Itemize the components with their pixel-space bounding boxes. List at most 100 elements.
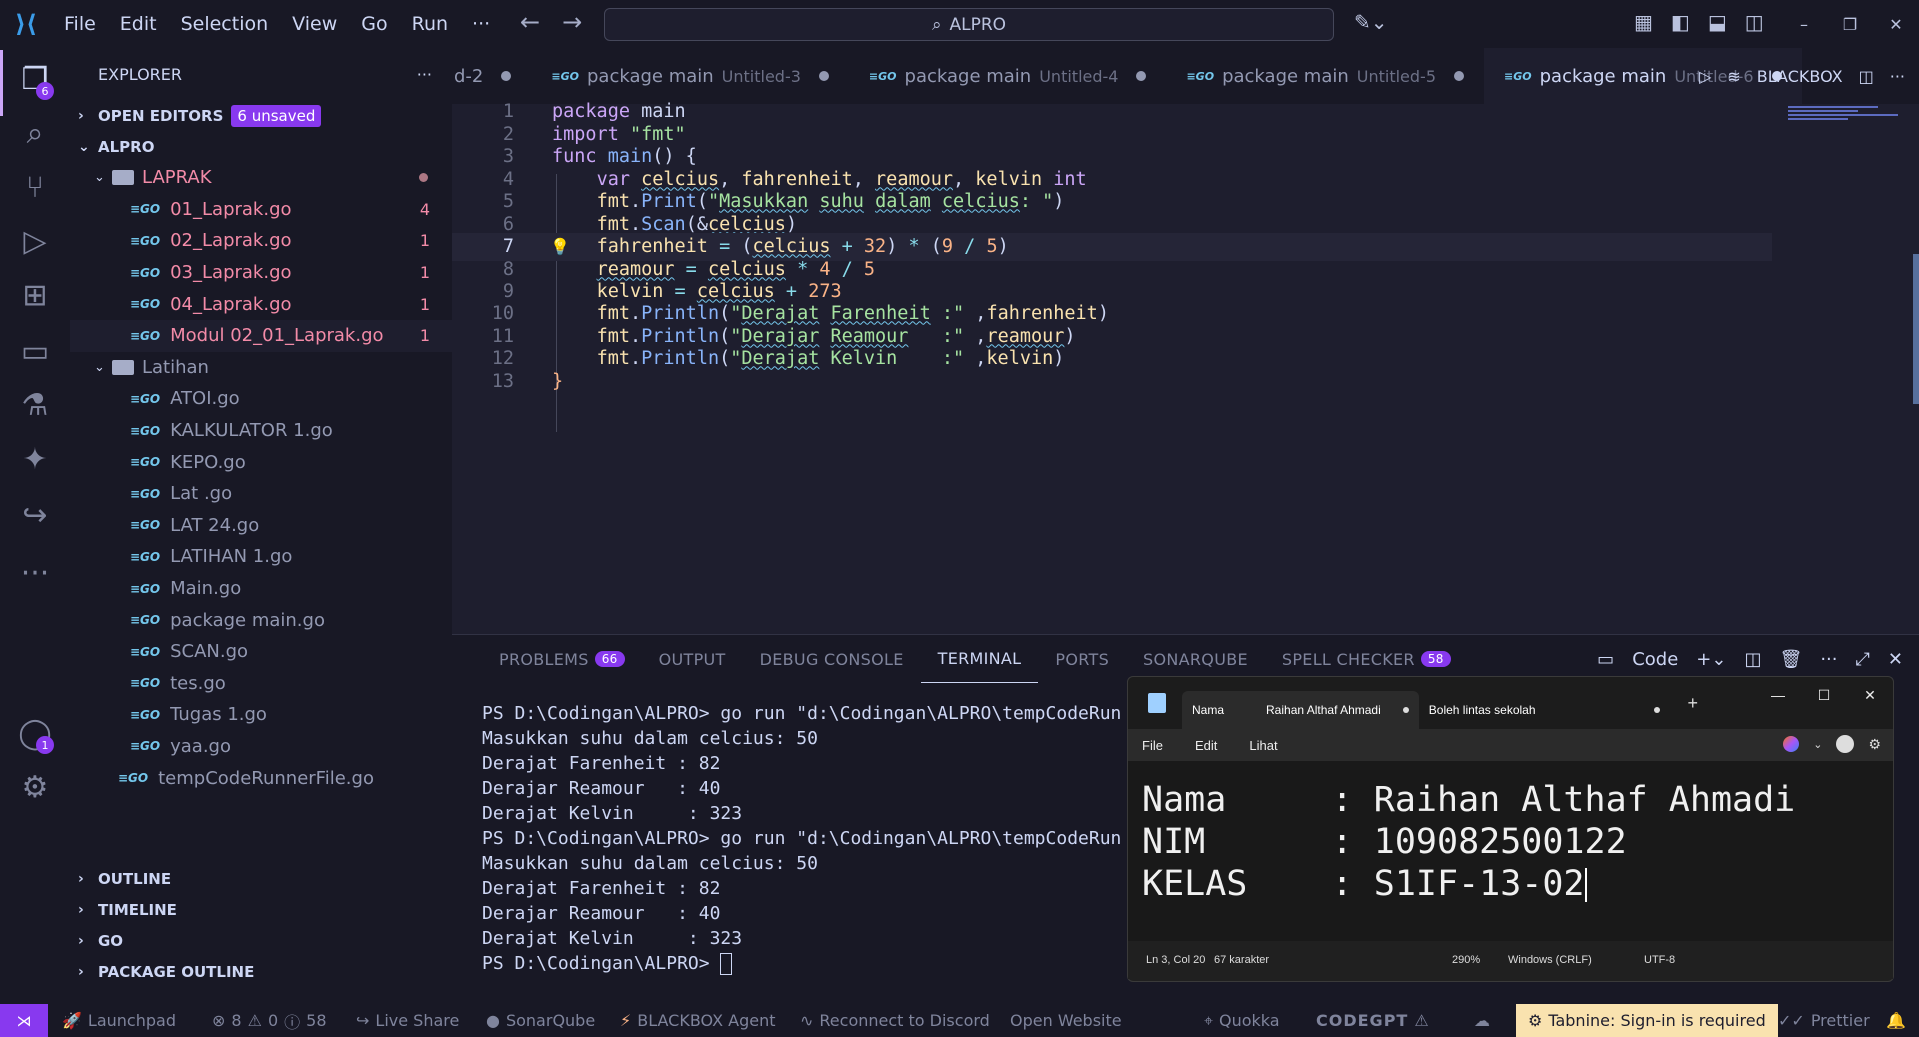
terminal-output[interactable]: PS D:\Codingan\ALPRO> go run "d:\Codinga… bbox=[482, 701, 1121, 976]
file-item[interactable]: ≡GO 01_Laprak.go 4 bbox=[70, 194, 452, 226]
settings-gear-icon[interactable]: ⚙ bbox=[14, 766, 56, 808]
restore-button[interactable]: ❐ bbox=[1827, 15, 1873, 34]
more-views-icon[interactable]: ··· bbox=[14, 552, 56, 594]
file-item[interactable]: ≡GO Main.go bbox=[70, 573, 452, 605]
back-arrow-icon[interactable]: ← bbox=[520, 8, 540, 36]
file-item[interactable]: ≡GO KALKULATOR 1.go bbox=[70, 415, 452, 447]
blackbox-button[interactable]: BLACKBOX bbox=[1757, 67, 1843, 86]
notifications-item[interactable]: 🔔 bbox=[1886, 1004, 1906, 1037]
split-editor-icon[interactable]: ◫ bbox=[1859, 67, 1874, 86]
tabnine-item[interactable]: ⚙ Tabnine: Sign-in is required bbox=[1516, 1004, 1778, 1037]
close-button[interactable]: ✕ bbox=[1847, 687, 1893, 704]
menu-edit[interactable]: Edit bbox=[1195, 738, 1217, 753]
explorer-more-button[interactable]: ··· bbox=[417, 65, 432, 84]
live-share-item[interactable]: ↪ Live Share bbox=[356, 1004, 459, 1037]
file-item[interactable]: ≡GO tempCodeRunnerFile.go bbox=[70, 762, 452, 794]
codegpt-item[interactable]: CODEGPT ⚠ bbox=[1316, 1004, 1430, 1037]
toggle-panel-icon[interactable]: ⬓ bbox=[1708, 10, 1727, 34]
run-code-icon[interactable]: ▷ bbox=[1699, 67, 1711, 86]
editor-tab[interactable]: ≡GO package main Untitled-3 bbox=[531, 48, 849, 104]
editor-tab[interactable]: ≡GO package main Untitled-4 bbox=[849, 48, 1167, 104]
search-view-icon[interactable]: ⌕ bbox=[14, 112, 56, 154]
explorer-icon[interactable]: ❐ 6 bbox=[14, 58, 56, 100]
toggle-sidebar-icon[interactable]: ◧ bbox=[1671, 10, 1690, 34]
unsaved-dot[interactable] bbox=[1136, 71, 1147, 81]
menu-more[interactable]: ··· bbox=[460, 13, 502, 35]
file-item[interactable]: ≡GO tes.go bbox=[70, 668, 452, 700]
blackbox-chat-icon[interactable]: ✦ bbox=[14, 438, 56, 480]
file-item[interactable]: ≡GO Modul 02_01_Laprak.go 1 bbox=[70, 319, 452, 352]
blackbox-agent-item[interactable]: ⚡ BLACKBOX Agent bbox=[620, 1004, 776, 1037]
tab-terminal[interactable]: TERMINAL bbox=[920, 635, 1039, 683]
open-website-item[interactable]: Open Website bbox=[1010, 1004, 1122, 1037]
settings-gear-icon[interactable]: ⚙ bbox=[1868, 736, 1881, 753]
kill-terminal-icon[interactable]: 🗑 bbox=[1779, 649, 1802, 670]
menu-selection[interactable]: Selection bbox=[169, 13, 281, 35]
maximize-panel-icon[interactable]: ⤢ bbox=[1856, 649, 1870, 670]
unsaved-dot[interactable] bbox=[1454, 71, 1465, 81]
timeline-section[interactable]: › TIMELINE bbox=[70, 894, 452, 925]
package-outline-section[interactable]: › PACKAGE OUTLINE bbox=[70, 956, 452, 987]
unsaved-dot[interactable] bbox=[818, 71, 829, 81]
file-item[interactable]: ≡GO 04_Laprak.go 1 bbox=[70, 288, 452, 320]
tab-ports[interactable]: PORTS bbox=[1038, 635, 1126, 683]
menu-view[interactable]: Lihat bbox=[1249, 738, 1277, 753]
file-item[interactable]: ≡GO SCAN.go bbox=[70, 636, 452, 668]
code-editor[interactable]: 1 package main 2 import "fmt" 3 func main()… bbox=[452, 101, 1919, 624]
problems-item[interactable]: ⊗ 8 ⚠ 0 ⓘ 58 bbox=[212, 1004, 327, 1037]
discord-item[interactable]: ∿ Reconnect to Discord bbox=[800, 1004, 990, 1037]
folder-latihan[interactable]: ⌄ Latihan bbox=[70, 352, 452, 384]
menu-run[interactable]: Run bbox=[400, 13, 460, 35]
copilot-chat-icon[interactable]: ✎⌄ bbox=[1354, 10, 1388, 34]
new-terminal-icon[interactable]: +⌄ bbox=[1696, 649, 1726, 670]
workspace-root-section[interactable]: ⌄ ALPRO bbox=[70, 131, 452, 162]
more-icon[interactable]: ··· bbox=[1820, 649, 1837, 670]
live-share-icon[interactable]: ↪ bbox=[14, 494, 56, 536]
close-panel-icon[interactable]: ✕ bbox=[1888, 649, 1903, 670]
editor-tab[interactable]: ≡GO package main Untitled-5 bbox=[1166, 48, 1484, 104]
command-center-search[interactable]: ⌕ ALPRO bbox=[604, 8, 1334, 41]
tab-output[interactable]: OUTPUT bbox=[642, 635, 743, 683]
extensions-icon[interactable]: ⊞ bbox=[14, 274, 56, 316]
go-section[interactable]: › GO bbox=[70, 925, 452, 956]
accounts-item[interactable]: ☁ bbox=[1474, 1004, 1490, 1037]
menu-file[interactable]: File bbox=[1142, 738, 1163, 753]
menu-file[interactable]: File bbox=[52, 13, 108, 35]
toggle-secondary-sidebar-icon[interactable]: ◫ bbox=[1745, 10, 1764, 34]
notepad-text-area[interactable]: Nama : Raihan Althaf Ahmadi NIM : 1090825… bbox=[1128, 761, 1893, 941]
new-tab-icon[interactable]: + bbox=[1688, 693, 1699, 714]
launchpad-item[interactable]: 🚀 Launchpad bbox=[62, 1004, 176, 1037]
outline-section[interactable]: › OUTLINE bbox=[70, 863, 452, 894]
file-item[interactable]: ≡GO LAT 24.go bbox=[70, 510, 452, 542]
file-item[interactable]: ≡GO ATOI.go bbox=[70, 383, 452, 415]
file-item[interactable]: ≡GO Tugas 1.go bbox=[70, 699, 452, 731]
customize-layout-icon[interactable]: ▦ bbox=[1634, 10, 1653, 34]
quokka-item[interactable]: ⌖ Quokka bbox=[1204, 1004, 1280, 1037]
maximize-button[interactable]: ☐ bbox=[1801, 687, 1847, 704]
file-item[interactable]: ≡GO 03_Laprak.go 1 bbox=[70, 257, 452, 289]
run-debug-icon[interactable]: ▷ bbox=[14, 220, 56, 262]
scrollbar-indicator[interactable] bbox=[1913, 254, 1919, 404]
menu-go[interactable]: Go bbox=[349, 13, 399, 35]
file-item[interactable]: ≡GO LATIHAN 1.go bbox=[70, 541, 452, 573]
copilot-icon[interactable] bbox=[1783, 736, 1800, 752]
close-button[interactable]: ✕ bbox=[1873, 15, 1919, 34]
file-item[interactable]: ≡GO yaa.go bbox=[70, 731, 452, 763]
editor-tab[interactable]: d-2 bbox=[452, 48, 531, 104]
tab-problems[interactable]: PROBLEMS 66 bbox=[482, 635, 642, 683]
minimize-button[interactable]: — bbox=[1755, 687, 1801, 703]
file-item[interactable]: ≡GO Lat .go bbox=[70, 478, 452, 510]
remote-indicator-icon[interactable]: ⋊ bbox=[0, 1004, 48, 1037]
menu-view[interactable]: View bbox=[280, 13, 349, 35]
sonarqube-item[interactable]: ● SonarQube bbox=[486, 1004, 595, 1037]
minimize-button[interactable]: – bbox=[1781, 15, 1827, 34]
open-editors-section[interactable]: › OPEN EDITORS 6 unsaved bbox=[70, 100, 452, 131]
prettier-item[interactable]: ✓✓ Prettier bbox=[1778, 1004, 1870, 1037]
forward-arrow-icon[interactable]: → bbox=[562, 8, 582, 36]
blackbox-icon[interactable]: ≋ bbox=[1727, 67, 1740, 86]
terminal-profile-label[interactable]: Code bbox=[1632, 649, 1678, 670]
folder-laprak[interactable]: ⌄ LAPRAK bbox=[70, 162, 452, 194]
account-avatar[interactable] bbox=[1836, 735, 1855, 753]
tab-debug-console[interactable]: DEBUG CONSOLE bbox=[743, 635, 921, 683]
testing-icon[interactable]: ⚗ bbox=[14, 384, 56, 426]
